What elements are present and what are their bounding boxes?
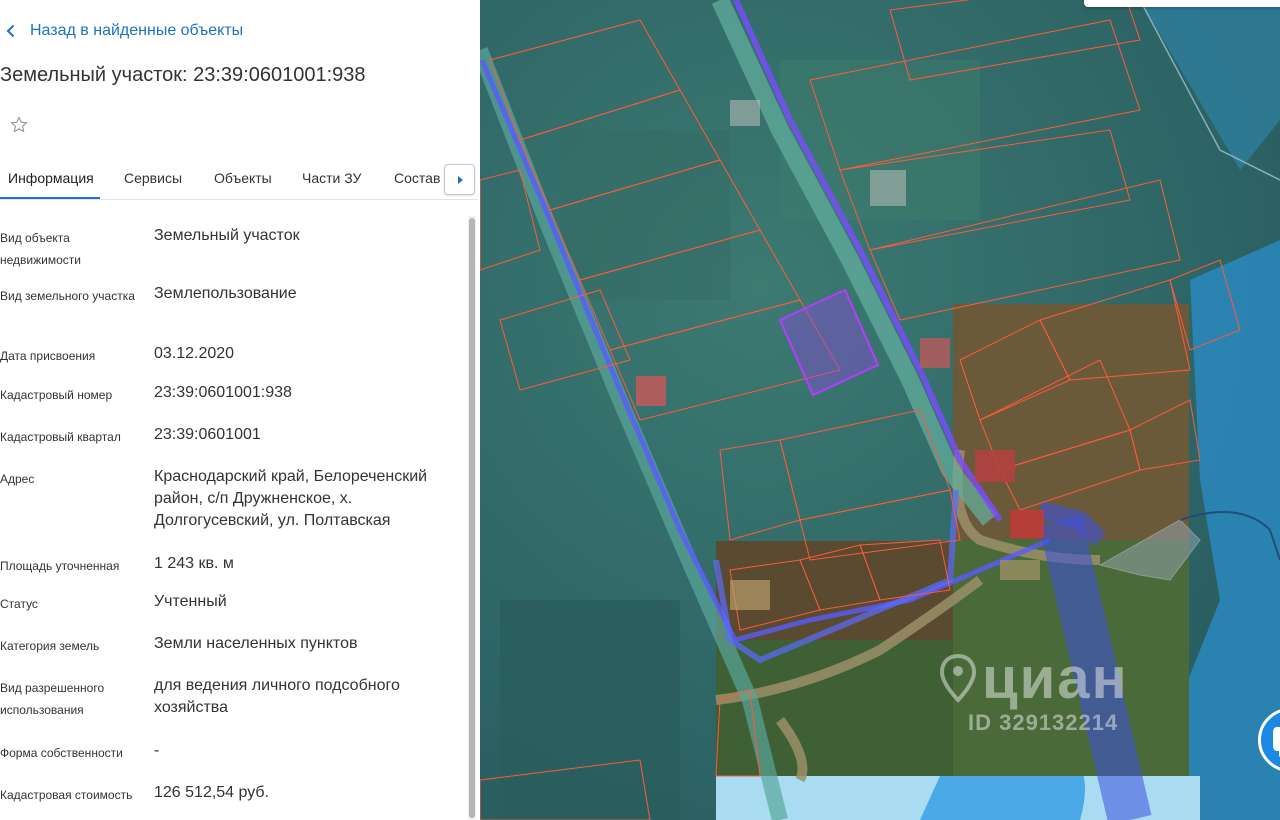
property-label: Вид объекта недвижимости — [0, 231, 81, 267]
property-value: 1 243 кв. м — [154, 555, 234, 572]
star-outline-icon — [10, 116, 28, 133]
chevron-left-icon — [6, 24, 15, 38]
roof — [730, 580, 770, 610]
cadastral-map[interactable]: циан ID 329132214 — [480, 0, 1280, 820]
page-title: Земельный участок: 23:39:0601001:938 — [0, 64, 366, 86]
property-label: Категория земель — [0, 639, 100, 653]
roof — [975, 450, 1015, 482]
map-search-bar[interactable] — [1084, 0, 1280, 7]
property-value: 03.12.2020 — [154, 345, 235, 362]
property-label: Форма собственности — [0, 746, 123, 760]
property-value: Земли населенных пунктов — [154, 635, 358, 652]
back-link-label: Назад в найденные объекты — [30, 22, 244, 39]
watermark: циан ID 329132214 — [936, 648, 1129, 736]
property-value: Землепользование — [154, 285, 297, 302]
property-label: Вид разрешенного использования — [0, 681, 105, 717]
active-tab-indicator — [0, 197, 100, 199]
property-label: Дата присвоения — [0, 349, 96, 363]
property-label: Статус — [0, 597, 38, 611]
chat-bubble-icon — [1273, 727, 1280, 757]
roof — [920, 338, 950, 368]
property-value: для ведения личного подсобного хозяйства — [154, 677, 400, 716]
property-label: Адрес — [0, 472, 35, 486]
vegetation-patch — [560, 130, 730, 300]
property-value: 23:39:0601001 — [154, 426, 261, 443]
roof — [730, 100, 760, 126]
property-value: 23:39:0601001:938 — [154, 384, 292, 401]
tabs-scroll-right-button[interactable] — [444, 164, 475, 195]
roof — [636, 376, 666, 406]
info-panel: Назад в найденные объекты Земельный учас… — [0, 0, 480, 820]
tab-services[interactable]: Сервисы — [124, 170, 182, 186]
favorite-button[interactable] — [0, 106, 38, 144]
roof — [1010, 510, 1044, 538]
tab-composition[interactable]: Состав — [394, 170, 440, 186]
triangle-right-icon — [457, 175, 463, 184]
tab-parts[interactable]: Части ЗУ — [302, 170, 361, 186]
tab-bar: Информация Сервисы Объекты Части ЗУ Сост… — [0, 160, 478, 200]
roof — [1000, 560, 1040, 580]
property-label: Кадастровая стоимость — [0, 788, 133, 802]
property-value: Учтенный — [154, 593, 227, 610]
roof — [870, 170, 906, 206]
property-value: - — [154, 742, 160, 759]
property-label: Площадь уточненная — [0, 559, 120, 573]
map-pin-icon — [939, 653, 977, 703]
back-to-results-link[interactable]: Назад в найденные объекты — [6, 22, 243, 40]
satellite-map-layer — [480, 0, 1280, 820]
property-value: Земельный участок — [154, 227, 300, 244]
property-value: Краснодарский край, Белореченский район,… — [154, 468, 428, 529]
panel-scrollbar[interactable] — [468, 216, 476, 820]
tab-objects[interactable]: Объекты — [214, 170, 272, 186]
vegetation-patch — [500, 600, 680, 820]
watermark-id: ID 329132214 — [968, 710, 1119, 735]
tab-information[interactable]: Информация — [8, 170, 94, 186]
property-value: 126 512,54 руб. — [154, 784, 270, 801]
property-label: Вид земельного участка — [0, 289, 135, 303]
property-label: Кадастровый номер — [0, 388, 113, 402]
chat-button[interactable] — [1258, 708, 1280, 772]
property-label: Кадастровый квартал — [0, 430, 121, 444]
scrollbar-thumb[interactable] — [469, 218, 475, 818]
